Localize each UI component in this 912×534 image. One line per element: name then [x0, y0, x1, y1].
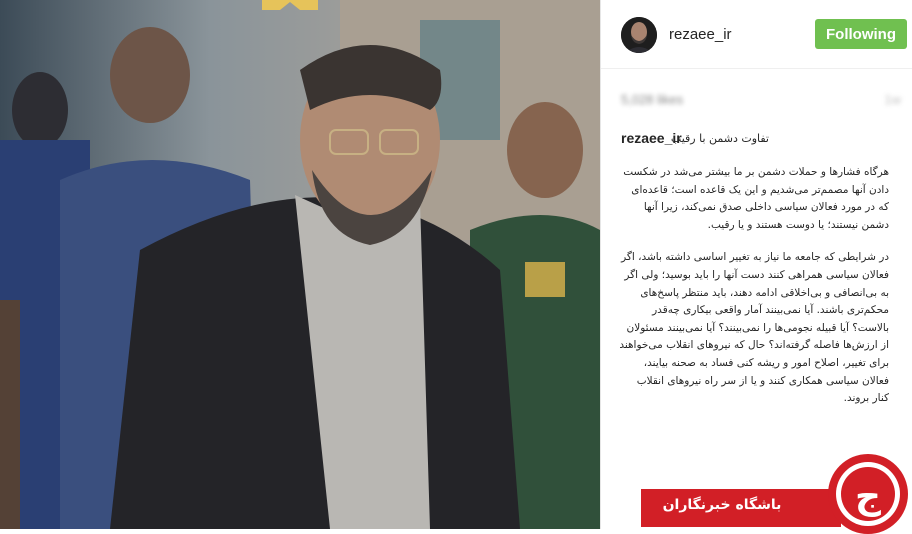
caption-header: rezaee_ir تفاوت دشمن با رقیب	[621, 130, 907, 150]
user-avatar[interactable]	[621, 17, 657, 53]
watermark-logo-icon: ج	[828, 454, 908, 534]
caption-paragraph: در شرایطی که جامعه ما نیاز به تغییر اساس…	[619, 251, 889, 405]
following-button[interactable]: Following	[815, 19, 907, 49]
likes-count[interactable]: 5,028 likes	[621, 92, 683, 107]
post-header: rezaee_ir Following	[601, 0, 912, 69]
post-photo[interactable]	[0, 0, 600, 529]
header-username[interactable]: rezaee_ir	[669, 26, 732, 43]
watermark-text: باشگاه خبرنگاران	[662, 497, 782, 513]
avatar-image	[621, 17, 657, 53]
post-time[interactable]: 1w	[884, 92, 901, 107]
likes-row: 5,028 likes 1w	[601, 86, 912, 114]
photo-illustration	[0, 0, 600, 529]
caption-title: تفاوت دشمن با رقیب	[670, 132, 769, 145]
caption-body: هرگاه فشارها و حملات دشمن بر ما بیشتر می…	[619, 164, 889, 484]
watermark-logo-letter: ج	[855, 476, 881, 517]
caption-paragraph: هرگاه فشارها و حملات دشمن بر ما بیشتر می…	[623, 166, 889, 231]
